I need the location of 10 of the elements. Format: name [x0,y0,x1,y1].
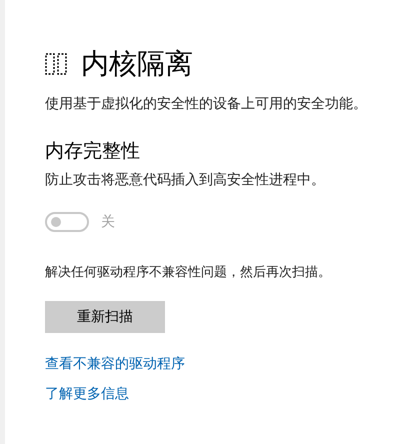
help-link[interactable]: 查看不兼容的驱动程序 [45,355,185,373]
help-link[interactable]: 了解更多信息 [45,385,129,403]
toggle-state-label: 关 [101,213,115,231]
rescan-button[interactable]: 重新扫描 [45,301,165,333]
page-title: 内核隔离 [81,46,193,82]
setting-description: 防止攻击将恶意代码插入到高安全性进程中。 [45,171,326,190]
setting-title: 内存完整性 [45,139,141,164]
page-description: 使用基于虚拟化的安全性的设备上可用的安全功能。 [45,95,367,114]
notice-text: 解决任何驱动程序不兼容性问题，然后再次扫描。 [45,264,332,282]
toggle-switch[interactable] [45,212,89,232]
